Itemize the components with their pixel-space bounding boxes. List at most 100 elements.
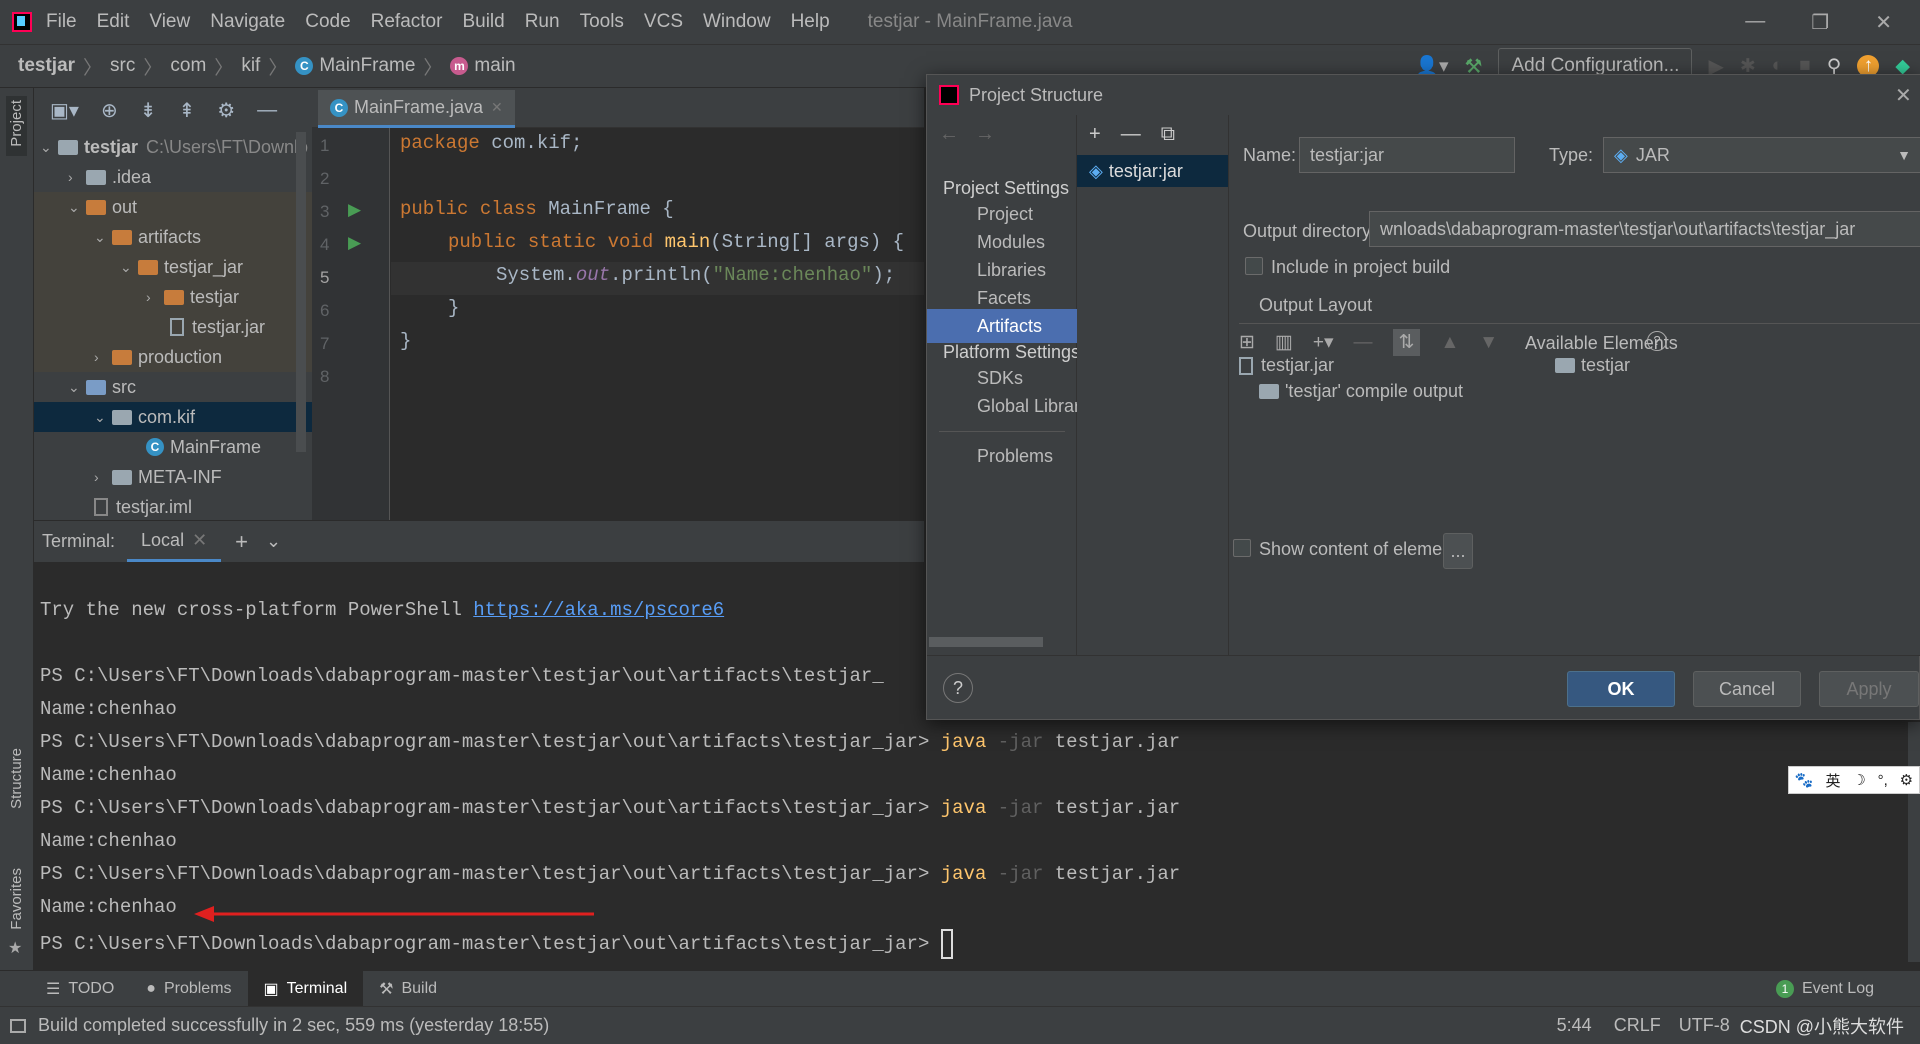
settings-gear-icon[interactable]: ⚙ xyxy=(217,98,235,123)
archive-icon[interactable]: ▥ xyxy=(1275,331,1293,354)
locate-icon[interactable]: ⊕ xyxy=(101,98,118,123)
apply-button[interactable]: Apply xyxy=(1819,671,1919,707)
forward-arrow-icon[interactable]: → xyxy=(975,123,995,146)
breadcrumb-main[interactable]: main xyxy=(474,55,515,77)
minimize-icon[interactable]: — xyxy=(1745,10,1765,35)
tree-item-testjar-jarfile[interactable]: testjar.jar xyxy=(34,312,312,342)
move-up-icon[interactable]: ▲ xyxy=(1440,332,1459,354)
available-item-testjar[interactable]: testjar xyxy=(1555,355,1630,376)
artifact-item-testjar-jar[interactable]: ◈ testjar:jar xyxy=(1077,155,1228,187)
show-content-options-button[interactable]: ... xyxy=(1443,533,1473,569)
status-toggle-icon[interactable] xyxy=(10,1018,26,1033)
tab-build[interactable]: ⚒ Build xyxy=(363,971,453,1007)
menu-window[interactable]: Window xyxy=(703,11,771,33)
menu-help[interactable]: Help xyxy=(791,11,830,33)
tree-scrollbar[interactable] xyxy=(296,132,306,452)
breadcrumb-mainframe[interactable]: MainFrame xyxy=(319,55,415,77)
paw-icon[interactable]: 🐾 xyxy=(1795,771,1814,789)
menu-edit[interactable]: Edit xyxy=(97,11,130,33)
close-icon[interactable]: ✕ xyxy=(1875,10,1892,35)
restore-icon[interactable]: ❐ xyxy=(1811,10,1829,35)
ime-settings-icon[interactable]: ⚙ xyxy=(1900,771,1913,789)
breadcrumb-src[interactable]: src xyxy=(110,55,135,77)
file-encoding[interactable]: UTF-8 xyxy=(1679,1015,1730,1036)
expand-all-icon[interactable]: ⇟ xyxy=(140,98,157,123)
editor-tab-mainframe[interactable]: C MainFrame.java ✕ xyxy=(318,90,515,128)
back-arrow-icon[interactable]: ← xyxy=(939,123,959,146)
tree-item-artifacts[interactable]: ⌄ artifacts xyxy=(34,222,312,252)
menu-tools[interactable]: Tools xyxy=(580,11,624,33)
nav-scrollbar[interactable] xyxy=(929,637,1043,647)
tree-item-out[interactable]: ⌄ out xyxy=(34,192,312,222)
tree-item-com-kif[interactable]: ⌄ com.kif xyxy=(34,402,312,432)
tree-item-root[interactable]: ⌄ testjar C:\Users\FT\Downlo xyxy=(34,132,312,162)
project-tool-tab[interactable]: Project xyxy=(6,96,27,156)
tab-terminal[interactable]: ▣ Terminal xyxy=(247,970,364,1007)
moon-icon[interactable]: ☽ xyxy=(1852,771,1865,789)
layout-item-compile-output[interactable]: 'testjar' compile output xyxy=(1259,381,1463,402)
breadcrumb-project[interactable]: testjar xyxy=(18,55,75,77)
tree-item-src[interactable]: ⌄ src xyxy=(34,372,312,402)
menu-refactor[interactable]: Refactor xyxy=(371,11,443,33)
show-content-checkbox[interactable] xyxy=(1233,539,1251,557)
close-tab-icon[interactable]: ✕ xyxy=(192,530,207,551)
view-mode-icon[interactable]: ▣▾ xyxy=(50,98,79,123)
cancel-button[interactable]: Cancel xyxy=(1693,671,1801,707)
tab-problems[interactable]: ● Problems xyxy=(130,971,247,1007)
run-gutter-icon[interactable]: ▶ xyxy=(348,233,361,253)
tree-item-testjar-folder[interactable]: › testjar xyxy=(34,282,312,312)
terminal-scrollbar[interactable] xyxy=(1908,722,1920,962)
tree-item-idea[interactable]: › .idea xyxy=(34,162,312,192)
tree-item-iml[interactable]: testjar.iml xyxy=(34,492,312,520)
event-log-button[interactable]: 1 Event Log xyxy=(1760,971,1890,1007)
copy-artifact-icon[interactable]: ⧉ xyxy=(1161,123,1175,146)
artifact-type-select[interactable]: ◈ JAR ▼ xyxy=(1603,137,1920,173)
sort-icon[interactable]: ⇅ xyxy=(1392,329,1421,356)
ime-toolbar[interactable]: 🐾 英 ☽ °, ⚙ xyxy=(1788,766,1920,794)
add-copy-icon[interactable]: +▾ xyxy=(1313,331,1334,354)
hide-icon[interactable]: — xyxy=(257,99,277,122)
nav-problems[interactable]: Problems xyxy=(927,439,1077,473)
menu-vcs[interactable]: VCS xyxy=(644,11,683,33)
remove-artifact-icon[interactable]: — xyxy=(1121,123,1141,146)
favorites-tool-tab[interactable]: Favorites xyxy=(8,868,25,935)
layout-item-jar[interactable]: testjar.jar xyxy=(1239,355,1334,376)
remove-element-icon[interactable]: — xyxy=(1354,332,1373,354)
tree-item-testjar-jar[interactable]: ⌄ testjar_jar xyxy=(34,252,312,282)
close-tab-icon[interactable]: ✕ xyxy=(491,99,503,116)
menu-file[interactable]: File xyxy=(46,11,77,33)
structure-tool-tab[interactable]: Structure xyxy=(8,748,25,814)
caret-position[interactable]: 5:44 xyxy=(1557,1015,1592,1036)
dialog-help-button[interactable]: ? xyxy=(943,673,973,703)
move-down-icon[interactable]: ▼ xyxy=(1479,332,1498,354)
add-artifact-icon[interactable]: + xyxy=(1089,123,1101,146)
tree-item-meta-inf[interactable]: › META-INF xyxy=(34,462,312,492)
tree-item-mainframe[interactable]: C MainFrame xyxy=(34,432,312,462)
new-terminal-icon[interactable]: + xyxy=(235,529,248,555)
menu-view[interactable]: View xyxy=(149,11,190,33)
output-directory-field[interactable]: wnloads\dabaprogram-master\testjar\out\a… xyxy=(1369,211,1920,247)
menu-navigate[interactable]: Navigate xyxy=(210,11,285,33)
run-gutter-icon[interactable]: ▶ xyxy=(348,200,361,220)
breadcrumb-kif[interactable]: kif xyxy=(241,55,260,77)
ime-language[interactable]: 英 xyxy=(1825,770,1840,791)
ok-button[interactable]: OK xyxy=(1567,671,1675,707)
tab-todo[interactable]: ☰ TODO xyxy=(30,971,130,1007)
line-separator[interactable]: CRLF xyxy=(1614,1015,1661,1036)
new-directory-icon[interactable]: ⊞ xyxy=(1239,331,1255,354)
close-icon[interactable]: ✕ xyxy=(1895,83,1919,108)
menu-build[interactable]: Build xyxy=(462,11,504,33)
punctuation-icon[interactable]: °, xyxy=(1878,772,1888,789)
include-build-checkbox[interactable] xyxy=(1245,257,1263,275)
menu-run[interactable]: Run xyxy=(525,11,560,33)
nav-global-libraries[interactable]: Global Librar xyxy=(927,389,1077,423)
menu-code[interactable]: Code xyxy=(305,11,350,33)
artifact-name-field[interactable]: testjar:jar xyxy=(1299,137,1515,173)
help-circle-icon[interactable]: ? xyxy=(1647,331,1667,351)
pscore-link[interactable]: https://aka.ms/pscore6 xyxy=(473,599,724,621)
breadcrumb-com[interactable]: com xyxy=(170,55,206,77)
collapse-all-icon[interactable]: ⇞ xyxy=(178,98,195,123)
chevron-down-icon[interactable]: ⌄ xyxy=(266,531,281,552)
terminal-tab-local[interactable]: Local ✕ xyxy=(127,522,222,562)
tree-item-production[interactable]: › production xyxy=(34,342,312,372)
